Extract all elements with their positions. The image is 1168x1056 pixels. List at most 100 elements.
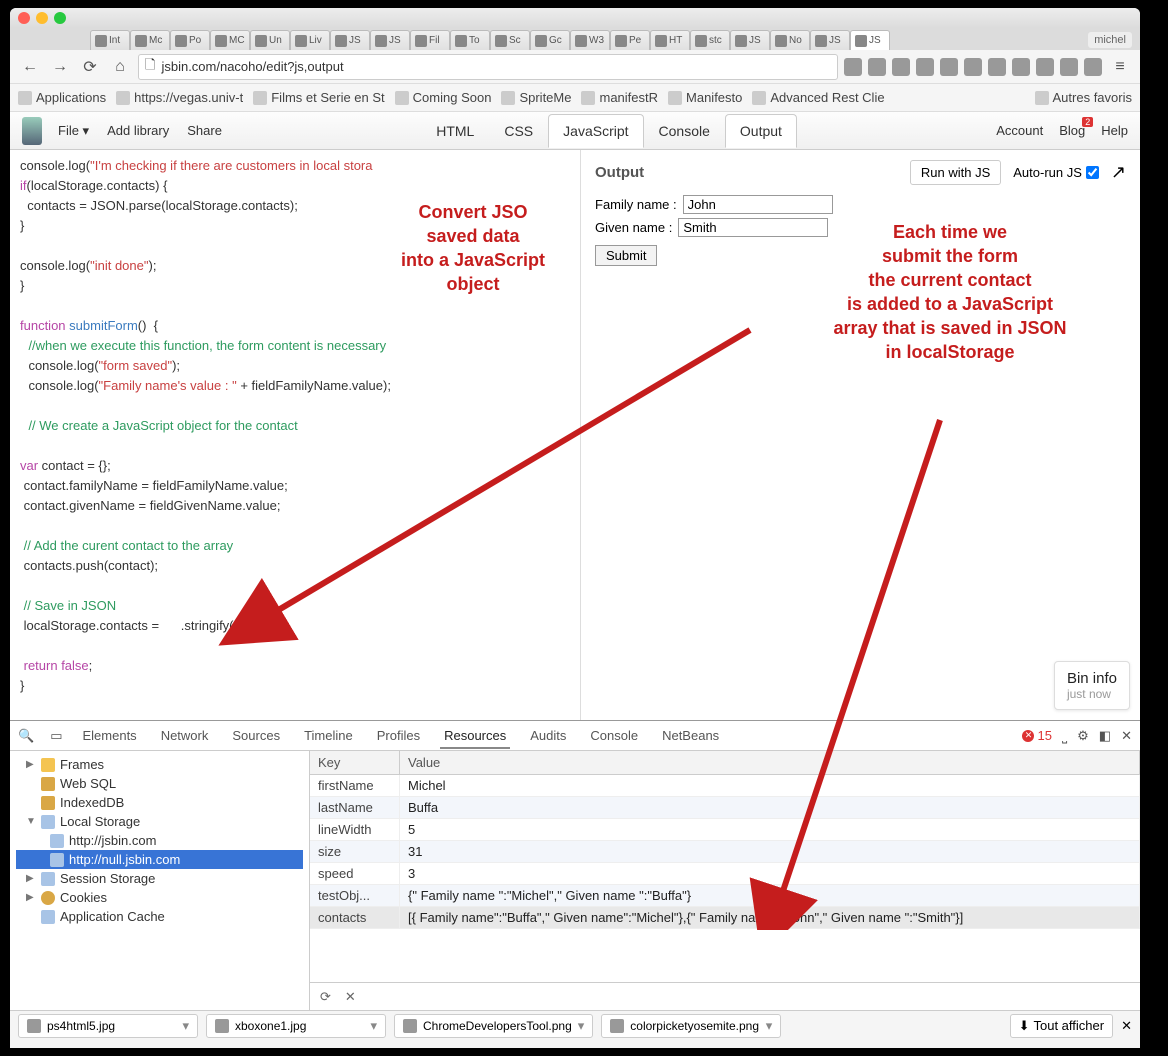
storage-row[interactable]: firstNameMichel: [310, 775, 1140, 797]
bookmark-item[interactable]: manifestR: [581, 90, 658, 105]
extension-icon[interactable]: [868, 58, 886, 76]
run-with-js-button[interactable]: Run with JS: [910, 160, 1001, 185]
help-link[interactable]: Help: [1101, 123, 1128, 138]
show-all-downloads-button[interactable]: ⬇Tout afficher: [1010, 1014, 1114, 1038]
close-window-icon[interactable]: [18, 12, 30, 24]
browser-tab[interactable]: JS: [810, 30, 850, 50]
dock-icon[interactable]: ◧: [1099, 728, 1111, 744]
devtools-tab-netbeans[interactable]: NetBeans: [658, 722, 723, 749]
download-chip[interactable]: ps4html5.jpg▾: [18, 1014, 198, 1038]
browser-tab[interactable]: W3: [570, 30, 610, 50]
storage-row[interactable]: contacts[{ Family name":"Buffa"," Given …: [310, 907, 1140, 929]
jsbin-menu-item[interactable]: File ▾: [58, 123, 89, 139]
download-chip[interactable]: colorpicketyosemite.png▾: [601, 1014, 781, 1038]
home-button[interactable]: ⌂: [108, 55, 132, 79]
bookmark-item[interactable]: Advanced Rest Clie: [752, 90, 884, 105]
reload-button[interactable]: ⟳: [78, 55, 102, 79]
bookmark-item[interactable]: Manifesto: [668, 90, 742, 105]
devtools-tab-console[interactable]: Console: [586, 722, 642, 749]
search-icon[interactable]: 🔍: [18, 728, 34, 744]
extension-icon[interactable]: [1060, 58, 1078, 76]
devtools-tab-timeline[interactable]: Timeline: [300, 722, 357, 749]
close-icon[interactable]: ✕: [1121, 728, 1132, 744]
device-icon[interactable]: ▭: [50, 728, 62, 744]
storage-row[interactable]: testObj...{" Family name ":"Michel"," Gi…: [310, 885, 1140, 907]
console-drawer-icon[interactable]: ⎵: [1062, 728, 1067, 744]
panel-tab-console[interactable]: Console: [644, 114, 725, 148]
tree-ls-jsbin[interactable]: http://jsbin.com: [16, 831, 303, 850]
browser-tab[interactable]: No: [770, 30, 810, 50]
col-value[interactable]: Value: [400, 751, 1140, 774]
maximize-window-icon[interactable]: [54, 12, 66, 24]
browser-tab[interactable]: Liv: [290, 30, 330, 50]
browser-tab[interactable]: JS: [730, 30, 770, 50]
popout-icon[interactable]: ↗: [1111, 162, 1126, 183]
devtools-tab-elements[interactable]: Elements: [78, 722, 140, 749]
extension-icon[interactable]: [844, 58, 862, 76]
devtools-tab-resources[interactable]: Resources: [440, 722, 510, 749]
browser-tab[interactable]: JS: [850, 30, 890, 50]
browser-tab[interactable]: Mc: [130, 30, 170, 50]
browser-tab[interactable]: Po: [170, 30, 210, 50]
col-key[interactable]: Key: [310, 751, 400, 774]
browser-tab[interactable]: Int: [90, 30, 130, 50]
panel-tab-css[interactable]: CSS: [489, 114, 548, 148]
autorun-toggle[interactable]: Auto-run JS: [1013, 165, 1099, 180]
tree-cookies[interactable]: ▶Cookies: [16, 888, 303, 907]
bookmark-item[interactable]: Films et Serie en St: [253, 90, 384, 105]
tree-frames[interactable]: ▶Frames: [16, 755, 303, 774]
family-name-input[interactable]: [683, 195, 833, 214]
storage-row[interactable]: size31: [310, 841, 1140, 863]
tree-ls-null-jsbin[interactable]: http://null.jsbin.com: [16, 850, 303, 869]
browser-tab[interactable]: JS: [370, 30, 410, 50]
browser-tab[interactable]: stc: [690, 30, 730, 50]
close-downloads-icon[interactable]: ✕: [1121, 1018, 1132, 1034]
browser-tab[interactable]: Fil: [410, 30, 450, 50]
extension-icon[interactable]: [988, 58, 1006, 76]
tree-localstorage[interactable]: ▼Local Storage: [16, 812, 303, 831]
browser-tab[interactable]: Gc: [530, 30, 570, 50]
minimize-window-icon[interactable]: [36, 12, 48, 24]
tree-websql[interactable]: Web SQL: [16, 774, 303, 793]
browser-tab[interactable]: To: [450, 30, 490, 50]
storage-row[interactable]: lastNameBuffa: [310, 797, 1140, 819]
menu-icon[interactable]: ≡: [1108, 55, 1132, 79]
devtools-tab-sources[interactable]: Sources: [228, 722, 284, 749]
bookmark-folder[interactable]: Autres favoris: [1035, 90, 1132, 105]
jsbin-menu-item[interactable]: Share: [187, 123, 222, 139]
extension-icon[interactable]: [1084, 58, 1102, 76]
bookmark-item[interactable]: https://vegas.univ-t: [116, 90, 243, 105]
devtools-tab-audits[interactable]: Audits: [526, 722, 570, 749]
forward-button[interactable]: →: [48, 55, 72, 79]
extension-icon[interactable]: [1036, 58, 1054, 76]
devtools-tab-network[interactable]: Network: [157, 722, 213, 749]
back-button[interactable]: ←: [18, 55, 42, 79]
bin-info-panel[interactable]: Bin info just now: [1054, 661, 1130, 710]
delete-icon[interactable]: ✕: [345, 989, 356, 1005]
resources-tree[interactable]: ▶Frames Web SQL IndexedDB ▼Local Storage…: [10, 751, 310, 1010]
bookmark-item[interactable]: Applications: [18, 90, 106, 105]
browser-tab[interactable]: JS: [330, 30, 370, 50]
extension-icon[interactable]: [1012, 58, 1030, 76]
settings-gear-icon[interactable]: ⚙: [1077, 728, 1089, 744]
browser-tab[interactable]: HT: [650, 30, 690, 50]
bookmark-item[interactable]: Coming Soon: [395, 90, 492, 105]
devtools-tab-profiles[interactable]: Profiles: [373, 722, 424, 749]
jsbin-menu-item[interactable]: Add library: [107, 123, 169, 139]
download-chip[interactable]: ChromeDevelopersTool.png▾: [394, 1014, 593, 1038]
browser-tab[interactable]: Un: [250, 30, 290, 50]
browser-tab[interactable]: MC: [210, 30, 250, 50]
tree-appcache[interactable]: Application Cache: [16, 907, 303, 926]
autorun-checkbox[interactable]: [1086, 166, 1099, 179]
bookmark-item[interactable]: SpriteMe: [501, 90, 571, 105]
browser-tab[interactable]: Pe: [610, 30, 650, 50]
browser-tab[interactable]: Sc: [490, 30, 530, 50]
storage-row[interactable]: lineWidth5: [310, 819, 1140, 841]
extension-icon[interactable]: [916, 58, 934, 76]
download-chip[interactable]: xboxone1.jpg▾: [206, 1014, 386, 1038]
tree-indexeddb[interactable]: IndexedDB: [16, 793, 303, 812]
tree-sessionstorage[interactable]: ▶Session Storage: [16, 869, 303, 888]
extension-icon[interactable]: [964, 58, 982, 76]
extension-icon[interactable]: [940, 58, 958, 76]
profile-chip[interactable]: michel: [1088, 32, 1132, 48]
